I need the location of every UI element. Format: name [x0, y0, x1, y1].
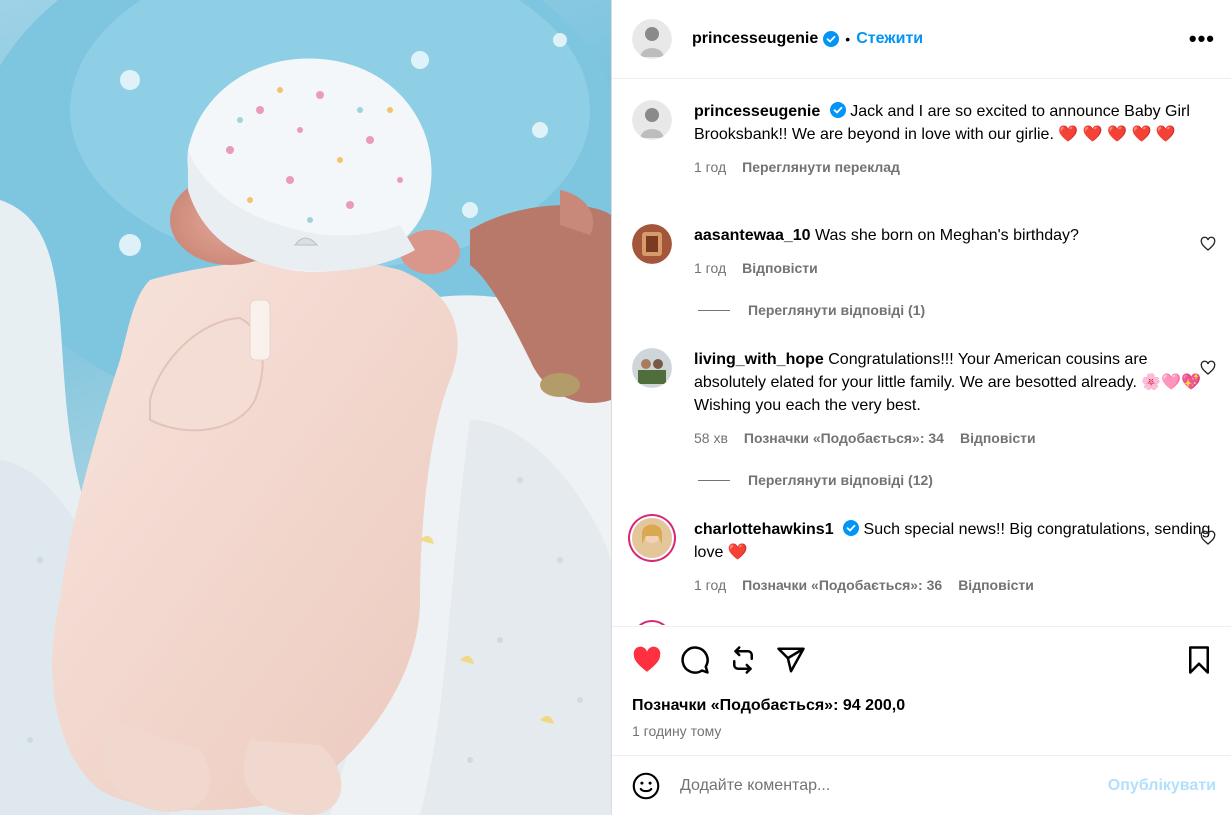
post-photo[interactable]	[0, 0, 611, 815]
view-replies-button[interactable]: Переглянути відповіді (12)	[698, 472, 933, 488]
post-header: princesseugenie • Стежити •••	[612, 0, 1231, 79]
heart-icon[interactable]	[1200, 360, 1216, 376]
share-icon[interactable]	[776, 645, 806, 675]
comment-time[interactable]: 1 год	[694, 257, 726, 280]
follow-button[interactable]: Стежити	[856, 30, 923, 48]
view-replies-button[interactable]: Переглянути відповіді (1)	[698, 302, 925, 318]
see-translation-button[interactable]: Переглянути переклад	[742, 156, 900, 179]
more-options-icon[interactable]: •••	[1189, 26, 1215, 52]
comment-item: charlottehawkins1 Such special news!! Bi…	[632, 518, 1216, 597]
baby-photo-illustration	[0, 0, 611, 815]
comment-input[interactable]	[680, 777, 1108, 795]
post-dialog: princesseugenie • Стежити ••• princesseu…	[0, 0, 1231, 815]
heart-icon[interactable]	[632, 645, 662, 675]
post-comment-button[interactable]: Опублікувати	[1108, 777, 1216, 795]
post-caption: princesseugenie Jack and I are so excite…	[632, 100, 1216, 179]
reply-button[interactable]: Відповісти	[742, 257, 818, 280]
verified-badge-icon	[823, 31, 840, 47]
comments-list[interactable]: princesseugenie Jack and I are so excite…	[612, 80, 1231, 625]
reply-button[interactable]: Відповісти	[958, 574, 1034, 597]
repost-icon[interactable]	[728, 645, 758, 675]
post-author-username[interactable]: princesseugenie	[692, 30, 818, 48]
avatar[interactable]	[632, 620, 672, 625]
avatar[interactable]	[632, 100, 672, 140]
post-actions: Позначки «Подобається»: 94 200,0 1 годин…	[612, 626, 1231, 756]
replies-divider	[698, 309, 730, 311]
avatar[interactable]	[632, 224, 672, 264]
comment-username[interactable]: charlottehawkins1	[694, 521, 834, 538]
comment-username[interactable]: aasantewaa_10	[694, 227, 811, 244]
view-replies-label: Переглянути відповіді (1)	[748, 302, 926, 318]
comment-item: living_with_hope Congratulations!!! Your…	[632, 348, 1216, 450]
comment-icon[interactable]	[680, 645, 710, 675]
likes-count[interactable]: Позначки «Подобається»: 94 200,0	[632, 697, 905, 715]
avatar[interactable]	[632, 348, 672, 388]
comment-likes-count[interactable]: Позначки «Подобається»: 36	[742, 574, 942, 597]
emoji-icon[interactable]	[632, 772, 660, 800]
comment-time[interactable]: 1 год	[694, 574, 726, 597]
add-comment-bar: Опублікувати	[612, 757, 1231, 815]
post-side-panel: princesseugenie • Стежити ••• princesseu…	[611, 0, 1231, 815]
post-timestamp[interactable]: 1 годину тому	[632, 723, 721, 739]
heart-icon[interactable]	[1200, 236, 1216, 252]
comment-time[interactable]: 58 хв	[694, 427, 728, 450]
view-replies-label: Переглянути відповіді (12)	[748, 472, 933, 488]
comment-text: Was she born on Meghan's birthday?	[814, 227, 1079, 244]
reply-button[interactable]: Відповісти	[960, 427, 1036, 450]
verified-badge-icon	[829, 102, 846, 118]
avatar[interactable]	[632, 19, 672, 59]
heart-icon[interactable]	[1200, 530, 1216, 546]
bookmark-icon[interactable]	[1184, 645, 1214, 675]
comment-item: aasantewaa_10 Was she born on Meghan's b…	[632, 224, 1216, 280]
comment-likes-count[interactable]: Позначки «Подобається»: 34	[744, 427, 944, 450]
avatar[interactable]	[632, 518, 672, 558]
comment-username[interactable]: living_with_hope	[694, 351, 824, 368]
separator-dot: •	[845, 31, 851, 47]
replies-divider	[698, 479, 730, 481]
verified-badge-icon	[843, 520, 860, 536]
caption-username[interactable]: princesseugenie	[694, 103, 820, 120]
caption-time[interactable]: 1 год	[694, 156, 726, 179]
